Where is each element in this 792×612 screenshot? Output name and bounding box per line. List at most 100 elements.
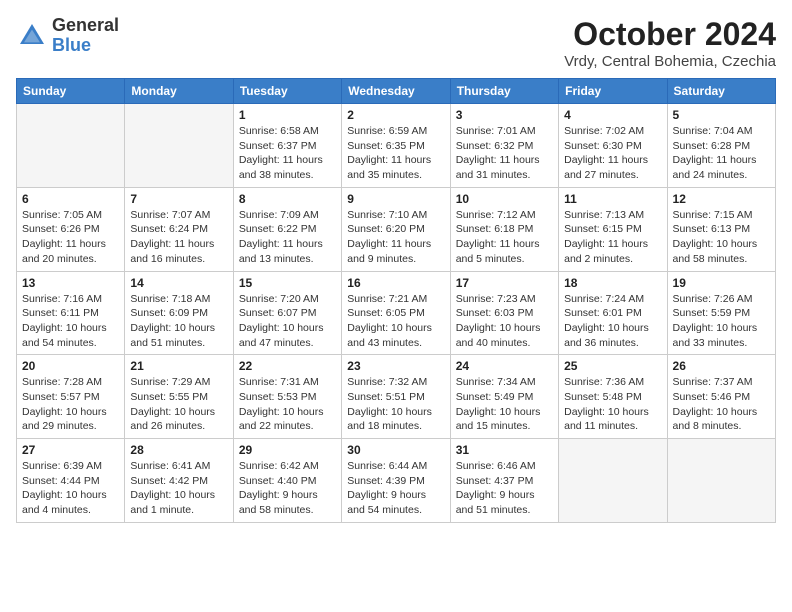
header-saturday: Saturday <box>667 79 775 104</box>
day-info: Sunrise: 6:44 AM Sunset: 4:39 PM Dayligh… <box>347 459 444 518</box>
calendar: SundayMondayTuesdayWednesdayThursdayFrid… <box>16 78 776 523</box>
day-number: 18 <box>564 276 661 290</box>
day-info: Sunrise: 7:20 AM Sunset: 6:07 PM Dayligh… <box>239 292 336 351</box>
calendar-cell: 20Sunrise: 7:28 AM Sunset: 5:57 PM Dayli… <box>17 355 125 439</box>
day-info: Sunrise: 7:09 AM Sunset: 6:22 PM Dayligh… <box>239 208 336 267</box>
calendar-cell: 1 Sunrise: 6:58 AM Sunset: 6:37 PM Daylig… <box>233 104 341 188</box>
day-number: 20 <box>22 359 119 373</box>
day-number: 8 <box>239 192 336 206</box>
day-number: 4 <box>564 108 661 122</box>
calendar-cell: 8 Sunrise: 7:09 AM Sunset: 6:22 PM Daylig… <box>233 187 341 271</box>
header-row: SundayMondayTuesdayWednesdayThursdayFrid… <box>17 79 776 104</box>
calendar-cell: 23 Sunrise: 7:32 AM Sunset: 5:51 PM Dayli… <box>342 355 450 439</box>
calendar-cell <box>667 439 775 523</box>
day-info: Sunrise: 6:42 AM Sunset: 4:40 PM Dayligh… <box>239 459 336 518</box>
day-number: 6 <box>22 192 119 206</box>
day-number: 22 <box>239 359 336 373</box>
day-info: Sunrise: 6:59 AM Sunset: 6:35 PM Dayligh… <box>347 124 444 183</box>
day-number: 30 <box>347 443 444 457</box>
day-info: Sunrise: 6:39 AM Sunset: 4:44 PM Dayligh… <box>22 459 119 518</box>
calendar-cell: 18Sunrise: 7:24 AM Sunset: 6:01 PM Dayli… <box>559 271 667 355</box>
calendar-cell: 29 Sunrise: 6:42 AM Sunset: 4:40 PM Dayli… <box>233 439 341 523</box>
day-info: Sunrise: 7:07 AM Sunset: 6:24 PM Dayligh… <box>130 208 227 267</box>
day-number: 26 <box>673 359 770 373</box>
day-number: 28 <box>130 443 227 457</box>
calendar-cell: 9 Sunrise: 7:10 AM Sunset: 6:20 PM Daylig… <box>342 187 450 271</box>
header-sunday: Sunday <box>17 79 125 104</box>
day-number: 19 <box>673 276 770 290</box>
calendar-cell: 5 Sunrise: 7:04 AM Sunset: 6:28 PM Daylig… <box>667 104 775 188</box>
calendar-cell: 4 Sunrise: 7:02 AM Sunset: 6:30 PM Daylig… <box>559 104 667 188</box>
day-number: 12 <box>673 192 770 206</box>
calendar-cell: 6 Sunrise: 7:05 AM Sunset: 6:26 PM Daylig… <box>17 187 125 271</box>
day-info: Sunrise: 6:58 AM Sunset: 6:37 PM Dayligh… <box>239 124 336 183</box>
day-number: 29 <box>239 443 336 457</box>
calendar-cell <box>559 439 667 523</box>
calendar-cell <box>17 104 125 188</box>
calendar-cell: 3 Sunrise: 7:01 AM Sunset: 6:32 PM Daylig… <box>450 104 558 188</box>
week-row-4: 27 Sunrise: 6:39 AM Sunset: 4:44 PM Dayli… <box>17 439 776 523</box>
day-number: 17 <box>456 276 553 290</box>
day-info: Sunrise: 7:05 AM Sunset: 6:26 PM Dayligh… <box>22 208 119 267</box>
calendar-cell: 14Sunrise: 7:18 AM Sunset: 6:09 PM Dayli… <box>125 271 233 355</box>
logo: General Blue <box>16 16 119 56</box>
day-info: Sunrise: 7:31 AM Sunset: 5:53 PM Dayligh… <box>239 375 336 434</box>
calendar-cell: 28 Sunrise: 6:41 AM Sunset: 4:42 PM Dayli… <box>125 439 233 523</box>
day-number: 14 <box>130 276 227 290</box>
day-info: Sunrise: 7:36 AM Sunset: 5:48 PM Dayligh… <box>564 375 661 434</box>
month-title: October 2024 <box>564 16 776 53</box>
day-info: Sunrise: 7:32 AM Sunset: 5:51 PM Dayligh… <box>347 375 444 434</box>
day-info: Sunrise: 7:15 AM Sunset: 6:13 PM Dayligh… <box>673 208 770 267</box>
calendar-cell: 7Sunrise: 7:07 AM Sunset: 6:24 PM Daylig… <box>125 187 233 271</box>
header-tuesday: Tuesday <box>233 79 341 104</box>
day-info: Sunrise: 7:13 AM Sunset: 6:15 PM Dayligh… <box>564 208 661 267</box>
calendar-cell: 21Sunrise: 7:29 AM Sunset: 5:55 PM Dayli… <box>125 355 233 439</box>
logo-icon <box>16 20 48 52</box>
day-info: Sunrise: 7:02 AM Sunset: 6:30 PM Dayligh… <box>564 124 661 183</box>
day-info: Sunrise: 7:21 AM Sunset: 6:05 PM Dayligh… <box>347 292 444 351</box>
calendar-cell: 2 Sunrise: 6:59 AM Sunset: 6:35 PM Daylig… <box>342 104 450 188</box>
calendar-cell: 16Sunrise: 7:21 AM Sunset: 6:05 PM Dayli… <box>342 271 450 355</box>
calendar-cell: 11 Sunrise: 7:13 AM Sunset: 6:15 PM Dayli… <box>559 187 667 271</box>
day-info: Sunrise: 7:23 AM Sunset: 6:03 PM Dayligh… <box>456 292 553 351</box>
header-friday: Friday <box>559 79 667 104</box>
calendar-cell: 22 Sunrise: 7:31 AM Sunset: 5:53 PM Dayli… <box>233 355 341 439</box>
day-number: 2 <box>347 108 444 122</box>
day-number: 5 <box>673 108 770 122</box>
week-row-2: 13 Sunrise: 7:16 AM Sunset: 6:11 PM Dayli… <box>17 271 776 355</box>
calendar-cell: 19Sunrise: 7:26 AM Sunset: 5:59 PM Dayli… <box>667 271 775 355</box>
day-info: Sunrise: 6:41 AM Sunset: 4:42 PM Dayligh… <box>130 459 227 518</box>
day-number: 11 <box>564 192 661 206</box>
day-info: Sunrise: 6:46 AM Sunset: 4:37 PM Dayligh… <box>456 459 553 518</box>
week-row-0: 1 Sunrise: 6:58 AM Sunset: 6:37 PM Daylig… <box>17 104 776 188</box>
calendar-cell: 30 Sunrise: 6:44 AM Sunset: 4:39 PM Dayli… <box>342 439 450 523</box>
day-number: 3 <box>456 108 553 122</box>
day-info: Sunrise: 7:04 AM Sunset: 6:28 PM Dayligh… <box>673 124 770 183</box>
day-info: Sunrise: 7:10 AM Sunset: 6:20 PM Dayligh… <box>347 208 444 267</box>
calendar-cell: 15 Sunrise: 7:20 AM Sunset: 6:07 PM Dayli… <box>233 271 341 355</box>
week-row-1: 6 Sunrise: 7:05 AM Sunset: 6:26 PM Daylig… <box>17 187 776 271</box>
day-info: Sunrise: 7:16 AM Sunset: 6:11 PM Dayligh… <box>22 292 119 351</box>
day-info: Sunrise: 7:12 AM Sunset: 6:18 PM Dayligh… <box>456 208 553 267</box>
logo-general: General <box>52 16 119 36</box>
day-number: 23 <box>347 359 444 373</box>
day-info: Sunrise: 7:01 AM Sunset: 6:32 PM Dayligh… <box>456 124 553 183</box>
logo-text: General Blue <box>52 16 119 56</box>
day-number: 15 <box>239 276 336 290</box>
day-info: Sunrise: 7:34 AM Sunset: 5:49 PM Dayligh… <box>456 375 553 434</box>
header-thursday: Thursday <box>450 79 558 104</box>
calendar-cell: 31Sunrise: 6:46 AM Sunset: 4:37 PM Dayli… <box>450 439 558 523</box>
day-number: 1 <box>239 108 336 122</box>
day-number: 27 <box>22 443 119 457</box>
location: Vrdy, Central Bohemia, Czechia <box>564 53 776 70</box>
header-wednesday: Wednesday <box>342 79 450 104</box>
week-row-3: 20Sunrise: 7:28 AM Sunset: 5:57 PM Dayli… <box>17 355 776 439</box>
calendar-cell: 25Sunrise: 7:36 AM Sunset: 5:48 PM Dayli… <box>559 355 667 439</box>
day-number: 13 <box>22 276 119 290</box>
day-number: 24 <box>456 359 553 373</box>
day-number: 10 <box>456 192 553 206</box>
day-number: 9 <box>347 192 444 206</box>
calendar-cell: 24 Sunrise: 7:34 AM Sunset: 5:49 PM Dayli… <box>450 355 558 439</box>
calendar-cell: 13 Sunrise: 7:16 AM Sunset: 6:11 PM Dayli… <box>17 271 125 355</box>
title-block: October 2024 Vrdy, Central Bohemia, Czec… <box>564 16 776 70</box>
